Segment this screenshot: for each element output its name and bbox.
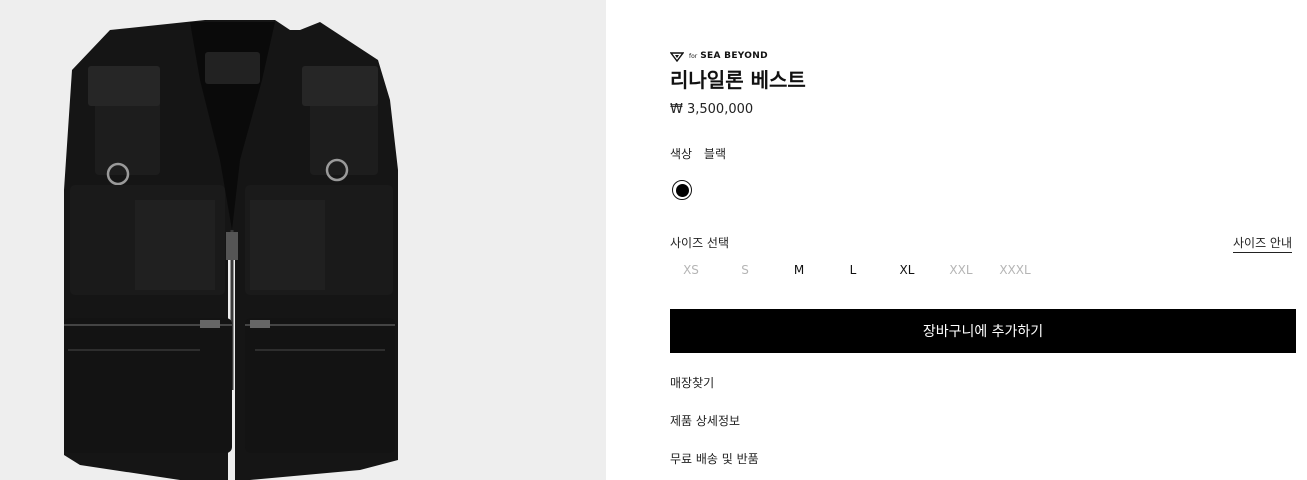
color-value: 블랙 — [703, 147, 727, 161]
product-info-panel: for SEA BEYOND 리나일론 베스트 ₩ 3,500,000 색상 블… — [669, 0, 1307, 480]
color-swatch-dot — [675, 183, 689, 197]
shipping-returns-link[interactable]: 무료 배송 및 반품 — [670, 450, 759, 467]
size-option-l[interactable]: L — [832, 263, 874, 277]
size-label: 사이즈 선택 — [670, 236, 730, 250]
size-option-m[interactable]: M — [778, 263, 820, 277]
size-option-xxl[interactable]: XXL — [940, 263, 982, 277]
collection-name: SEA BEYOND — [700, 51, 768, 61]
store-finder-link[interactable]: 매장찾기 — [670, 374, 714, 391]
collection-for-text: for — [689, 52, 698, 60]
color-label: 색상 — [670, 147, 693, 161]
size-option-xl[interactable]: XL — [886, 263, 928, 277]
size-option-xxxl[interactable]: XXXL — [994, 263, 1036, 277]
size-option-xs[interactable]: XS — [670, 263, 712, 277]
product-price: ₩ 3,500,000 — [670, 102, 754, 117]
product-title: 리나일론 베스트 — [670, 68, 806, 92]
vest-illustration — [64, 20, 398, 480]
collection-tag: for SEA BEYOND — [669, 47, 768, 66]
color-swatch-black[interactable] — [672, 180, 692, 200]
add-to-cart-button[interactable]: 장바구니에 추가하기 — [670, 309, 1296, 353]
product-details-link[interactable]: 제품 상세정보 — [670, 412, 740, 429]
size-option-s[interactable]: S — [724, 263, 766, 277]
color-row: 색상 블랙 — [670, 145, 726, 162]
size-guide-link[interactable]: 사이즈 안내 — [1233, 234, 1293, 253]
triangle-heart-logo-icon — [669, 47, 685, 66]
product-image[interactable] — [0, 0, 606, 480]
